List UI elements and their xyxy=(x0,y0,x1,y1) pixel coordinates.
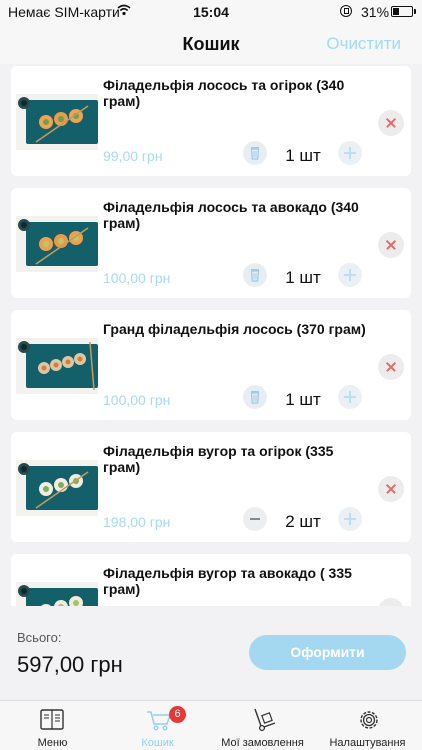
trash-icon xyxy=(250,391,260,404)
cart-item: Гранд філадельфія лосось (370 грам) 100,… xyxy=(11,310,411,420)
cart-count-badge: 6 xyxy=(169,706,186,723)
remove-item-button[interactable] xyxy=(378,354,404,380)
item-quantity: 2 шт xyxy=(285,512,321,531)
item-price: 198,00 грн xyxy=(103,514,171,530)
cart-item: Філадельфія вугор та авокадо ( 335 грам) xyxy=(11,554,411,606)
cart-item: Філадельфія лосось та авокадо (340 грам)… xyxy=(11,188,411,298)
tab-label: Мої замовлення xyxy=(221,737,304,749)
item-quantity: 1 шт xyxy=(285,146,321,165)
total-label: Всього: xyxy=(17,630,62,645)
item-name: Філадельфія лосось та авокадо (340 грам) xyxy=(103,199,359,231)
remove-item-button[interactable] xyxy=(378,598,404,606)
menu-book-icon xyxy=(40,709,64,730)
product-image xyxy=(16,338,98,394)
item-quantity: 1 шт xyxy=(285,390,321,409)
product-image xyxy=(16,94,98,150)
delete-item-button[interactable] xyxy=(243,141,267,165)
cart-summary: Всього: 597,00 грн Оформити xyxy=(0,606,422,700)
tab-my-orders[interactable]: Мої замовлення xyxy=(210,701,315,750)
item-name: Філадельфія лосось та огірок (340 грам) xyxy=(103,77,345,109)
cart-item: Філадельфія вугор та огірок (335 грам) 1… xyxy=(11,432,411,542)
remove-item-button[interactable] xyxy=(378,232,404,258)
hand-truck-icon xyxy=(254,708,276,732)
delete-item-button[interactable] xyxy=(243,263,267,287)
tab-label: Кошик xyxy=(141,737,174,749)
increase-quantity-button[interactable] xyxy=(338,141,362,165)
tab-label: Налаштування xyxy=(329,737,406,749)
status-bar: Немає SIM-карти 15:04 31% xyxy=(0,0,422,24)
item-price: 100,00 грн xyxy=(103,270,171,286)
cart-item: Філадельфія лосось та огірок (340 грам) … xyxy=(11,66,411,176)
item-price: 100,00 грн xyxy=(103,392,171,408)
decrease-quantity-button[interactable] xyxy=(243,507,267,531)
rotation-lock-icon xyxy=(340,5,352,17)
tab-cart[interactable]: 6 Кошик xyxy=(105,701,210,750)
item-name: Філадельфія вугор та авокадо ( 335 грам) xyxy=(103,565,352,597)
remove-item-button[interactable] xyxy=(378,110,404,136)
item-name: Гранд філадельфія лосось (370 грам) xyxy=(103,321,366,337)
item-quantity: 1 шт xyxy=(285,268,321,287)
item-name: Філадельфія вугор та огірок (335 грам) xyxy=(103,443,334,475)
item-price: 99,00 грн xyxy=(103,148,163,164)
delete-item-button[interactable] xyxy=(243,385,267,409)
battery-percent: 31% xyxy=(361,4,390,20)
cart-list[interactable]: Філадельфія лосось та огірок (340 грам) … xyxy=(0,64,422,606)
increase-quantity-button[interactable] xyxy=(338,263,362,287)
gear-icon xyxy=(360,711,378,729)
tab-label: Меню xyxy=(37,737,68,749)
battery-icon xyxy=(391,6,416,17)
tab-bar: Меню 6 Кошик Мої замовлення Налаштування xyxy=(0,700,422,750)
remove-item-button[interactable] xyxy=(378,476,404,502)
trash-icon xyxy=(250,147,260,160)
total-amount: 597,00 грн xyxy=(17,652,123,677)
product-image xyxy=(16,216,98,272)
clear-cart-button[interactable]: Очистити xyxy=(326,34,401,54)
increase-quantity-button[interactable] xyxy=(338,507,362,531)
increase-quantity-button[interactable] xyxy=(338,385,362,409)
tab-settings[interactable]: Налаштування xyxy=(315,701,420,750)
nav-bar: Кошик Очистити xyxy=(0,24,422,64)
checkout-button[interactable]: Оформити xyxy=(249,635,406,670)
product-image xyxy=(16,460,98,516)
product-image xyxy=(16,582,98,606)
trash-icon xyxy=(250,269,260,282)
clock: 15:04 xyxy=(193,4,229,20)
tab-menu[interactable]: Меню xyxy=(0,701,105,750)
